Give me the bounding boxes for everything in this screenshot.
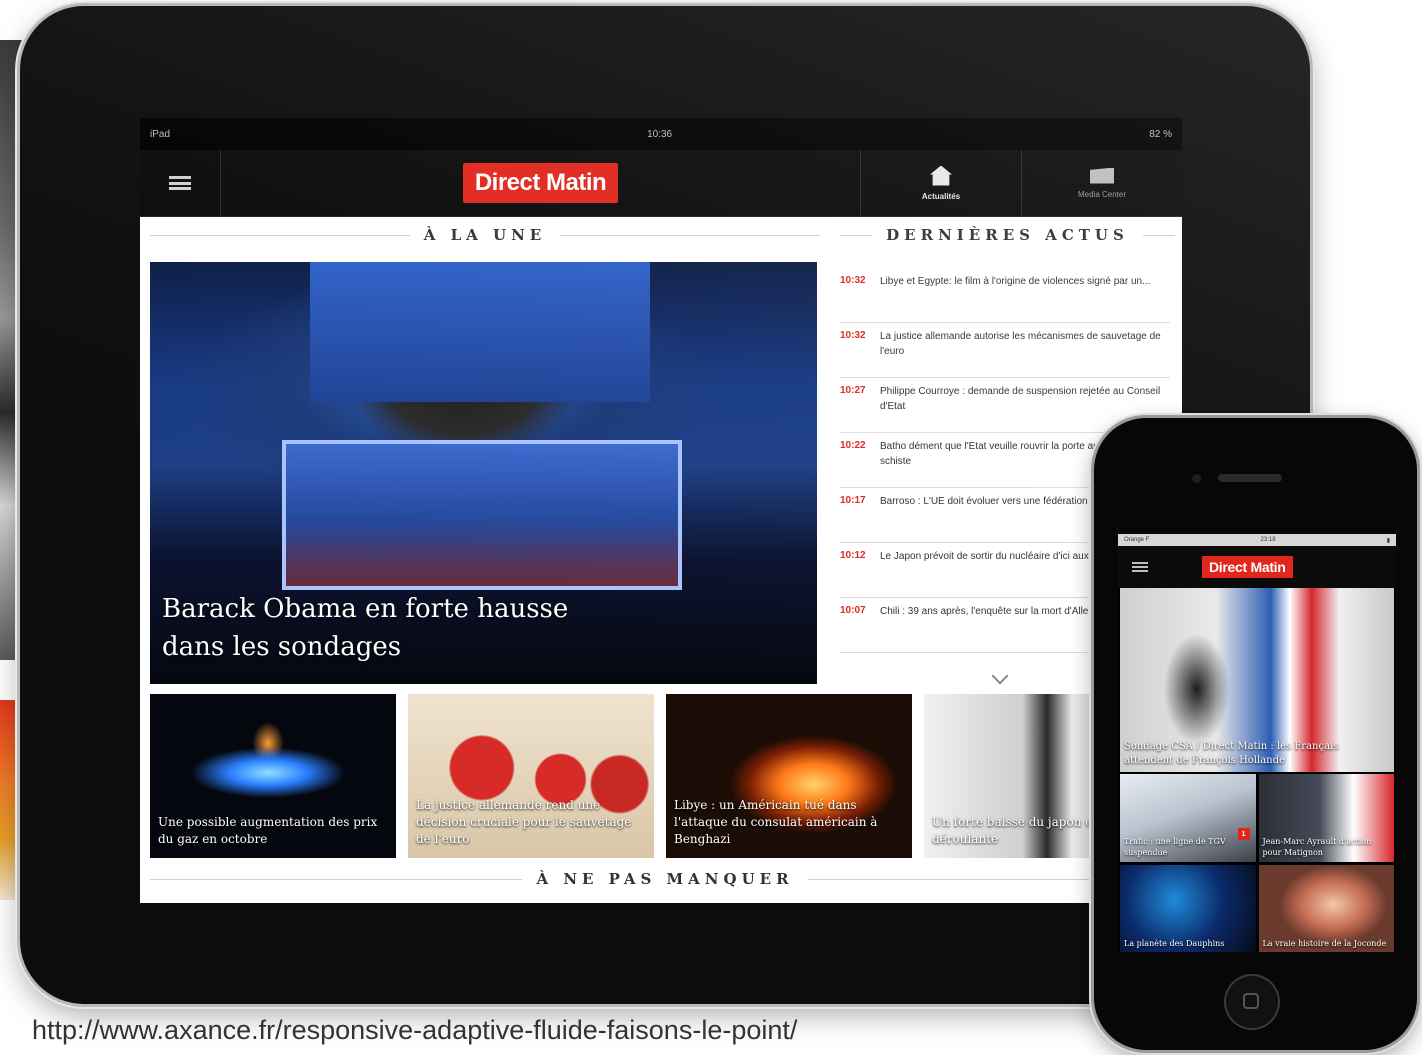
news-time: 10:17 xyxy=(840,495,866,506)
status-time: 23:18 xyxy=(1260,537,1276,543)
article-thumbnail[interactable]: La justice allemande rend une décision c… xyxy=(408,694,654,858)
thumbnail-caption: Jean-Marc Ayrault d'action pour Matignon xyxy=(1262,837,1372,857)
menu-button[interactable] xyxy=(140,150,221,216)
divider xyxy=(560,234,820,236)
hero-article[interactable]: Barack Obama en forte hausse dans les so… xyxy=(150,262,817,684)
iphone-status-bar: Orange F 23:18 ▮ xyxy=(1118,534,1396,546)
chevron-down-icon[interactable] xyxy=(990,668,1010,688)
news-time: 10:27 xyxy=(840,385,866,396)
article-thumbnails: Une possible augmentation des prix du ga… xyxy=(150,694,1182,858)
tab-label: Actualités xyxy=(921,191,961,201)
status-carrier: Orange F xyxy=(1124,537,1150,543)
section-title: À NE PAS MANQUER xyxy=(536,870,794,888)
section-heading-une: À LA UNE xyxy=(150,226,820,244)
article-thumbnail[interactable]: Libye : un Américain tué dans l'attaque … xyxy=(666,694,912,858)
news-time: 10:07 xyxy=(840,605,866,616)
thumbnail-caption: Trafic : une ligne de TGV suspendue xyxy=(1124,837,1226,857)
thumbnail-caption: La justice allemande rend une décision c… xyxy=(416,798,632,846)
article-thumbnail[interactable]: Jean-Marc Ayrault d'action pour Matignon xyxy=(1258,774,1394,862)
news-time: 10:22 xyxy=(840,440,866,451)
home-icon xyxy=(930,165,952,186)
home-button[interactable] xyxy=(1224,974,1280,1030)
news-time: 10:32 xyxy=(840,275,866,286)
brand: Direct Matin xyxy=(221,150,860,216)
thumbnail-caption: Libye : un Américain tué dans l'attaque … xyxy=(674,798,878,846)
news-time: 10:12 xyxy=(840,550,866,561)
article-thumbnail[interactable]: Une possible augmentation des prix du ga… xyxy=(150,694,396,858)
camera-icon xyxy=(1192,474,1201,483)
thumbnail-caption: La planète des Dauphins xyxy=(1124,939,1225,948)
iphone-app-header: Direct Matin xyxy=(1118,546,1396,588)
direct-matin-logo[interactable]: Direct Matin xyxy=(462,163,619,203)
direct-matin-logo[interactable]: Direct Matin xyxy=(1202,556,1293,578)
hero-photo-podium xyxy=(282,440,682,590)
media-center-icon xyxy=(1090,167,1114,184)
news-headline: Philippe Courroye : demande de suspensio… xyxy=(880,386,1161,412)
source-url: http://www.axance.fr/responsive-adaptive… xyxy=(32,1015,798,1045)
article-thumbnail[interactable]: 1 Trafic : une ligne de TGV suspendue xyxy=(1120,774,1256,862)
hero-caption: Barack Obama en forte hausse dans les so… xyxy=(162,594,569,662)
divider xyxy=(150,878,523,880)
news-time: 10:32 xyxy=(840,330,866,341)
tab-label: Media Center xyxy=(1077,189,1127,199)
news-item[interactable]: 10:32 Libye et Egypte: le film à l'origi… xyxy=(840,268,1170,323)
thumbnail-caption: La vraie histoire de la Joconde xyxy=(1262,939,1387,948)
section-title: DERNIÈRES ACTUS xyxy=(886,226,1129,244)
section-heading-actus: DERNIÈRES ACTUS xyxy=(840,226,1175,244)
news-headline: Libye et Egypte: le film à l'origine de … xyxy=(880,276,1151,287)
divider xyxy=(1142,234,1175,236)
section-title: À LA UNE xyxy=(423,226,547,244)
ipad-status-bar: iPad 10:36 82 % xyxy=(140,118,1182,150)
hero-caption: Sondage CSA / Direct Matin : les Françai… xyxy=(1124,741,1339,766)
divider xyxy=(150,234,410,236)
status-time: 10:36 xyxy=(647,128,673,140)
hero-photo-screen xyxy=(310,262,650,402)
tab-media-center[interactable]: Media Center xyxy=(1021,150,1182,216)
app-header: Direct Matin Actualités Media Center xyxy=(140,150,1182,217)
battery-icon: ▮ xyxy=(1386,537,1390,544)
news-headline: La justice allemande autorise les mécani… xyxy=(880,331,1161,357)
status-carrier: iPad xyxy=(150,128,171,140)
article-thumbnail[interactable]: La planète des Dauphins xyxy=(1120,865,1256,952)
divider xyxy=(840,234,873,236)
iphone-screen: Orange F 23:18 ▮ Direct Matin Sondage CS… xyxy=(1118,534,1396,952)
news-item[interactable]: 10:32 La justice allemande autorise les … xyxy=(840,323,1170,378)
hamburger-icon xyxy=(1132,562,1148,572)
tab-actualites[interactable]: Actualités xyxy=(860,150,1021,216)
article-thumbnail[interactable]: La vraie histoire de la Joconde xyxy=(1258,865,1394,952)
ipad-screen: iPad 10:36 82 % Direct Matin Actualités … xyxy=(140,118,1182,903)
iphone-hero-article[interactable]: Sondage CSA / Direct Matin : les Françai… xyxy=(1120,588,1394,772)
speaker-grille xyxy=(1218,474,1282,482)
menu-button[interactable] xyxy=(1118,562,1162,572)
iphone-device: Orange F 23:18 ▮ Direct Matin Sondage CS… xyxy=(1094,418,1417,1050)
hamburger-icon xyxy=(169,176,191,190)
section-heading-ne-pas-manquer: À NE PAS MANQUER xyxy=(150,870,1181,888)
iphone-article-grid: 1 Trafic : une ligne de TGV suspendue Je… xyxy=(1118,772,1396,952)
status-battery: 82 % xyxy=(1149,128,1172,140)
thumbnail-caption: Une possible augmentation des prix du ga… xyxy=(158,815,378,846)
